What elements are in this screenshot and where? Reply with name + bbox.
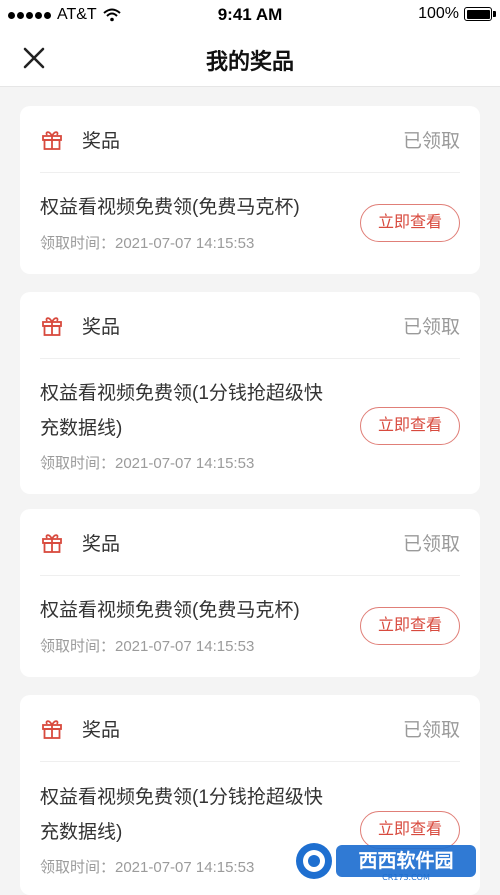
prize-title: 权益看视频免费领(免费马克杯) [40, 600, 300, 621]
watermark-text: 西西软件园 [358, 849, 453, 872]
claim-time: 领取时间：2021-07-07 14:15:53 [40, 859, 255, 876]
view-now-button[interactable]: 立即查看 [360, 607, 460, 645]
view-now-button[interactable]: 立即查看 [360, 407, 460, 445]
claim-time: 领取时间：2021-07-07 14:15:53 [40, 638, 255, 655]
status-label: 已领取 [402, 720, 460, 741]
gift-icon [42, 317, 62, 336]
gift-icon [42, 534, 62, 553]
status-label: 已领取 [402, 317, 460, 338]
prize-card: 奖品 已领取 权益看视频免费领(1分钱抢超级快充数据线) 领取时间：2021-0… [20, 292, 480, 494]
card-label: 奖品 [82, 317, 121, 338]
gift-icon [42, 720, 62, 739]
nav-bar: 我的奖品 [0, 30, 500, 87]
card-label: 奖品 [82, 720, 121, 741]
view-now-button[interactable]: 立即查看 [360, 204, 460, 242]
battery-percent: 100% [418, 5, 459, 22]
claim-time: 领取时间：2021-07-07 14:15:53 [40, 235, 255, 252]
status-label: 已领取 [402, 534, 460, 555]
status-label: 已领取 [402, 131, 460, 152]
watermark-url: CR173.COM [382, 873, 430, 882]
card-label: 奖品 [82, 131, 121, 152]
battery-group: 100% [418, 5, 496, 23]
claim-time: 领取时间：2021-07-07 14:15:53 [40, 455, 255, 472]
prize-title: 权益看视频免费领(1分钱抢超级快充数据线) [40, 383, 323, 439]
prize-card: 奖品 已领取 权益看视频免费领(免费马克杯) 领取时间：2021-07-07 1… [20, 106, 480, 274]
prize-card: 奖品 已领取 权益看视频免费领(免费马克杯) 领取时间：2021-07-07 1… [20, 509, 480, 677]
card-header: 奖品 已领取 [40, 292, 460, 359]
battery-icon [464, 7, 496, 21]
card-label: 奖品 [82, 534, 121, 555]
gift-icon [42, 131, 62, 150]
watermark-logo: 西西软件园 CR173.COM [292, 840, 482, 882]
card-header: 奖品 已领取 [40, 106, 460, 173]
status-bar: AT&T 9:41 AM 100% [0, 0, 500, 30]
page-title: 我的奖品 [205, 49, 294, 74]
prize-title: 权益看视频免费领(免费马克杯) [40, 197, 300, 218]
card-header: 奖品 已领取 [40, 695, 460, 762]
card-header: 奖品 已领取 [40, 509, 460, 576]
